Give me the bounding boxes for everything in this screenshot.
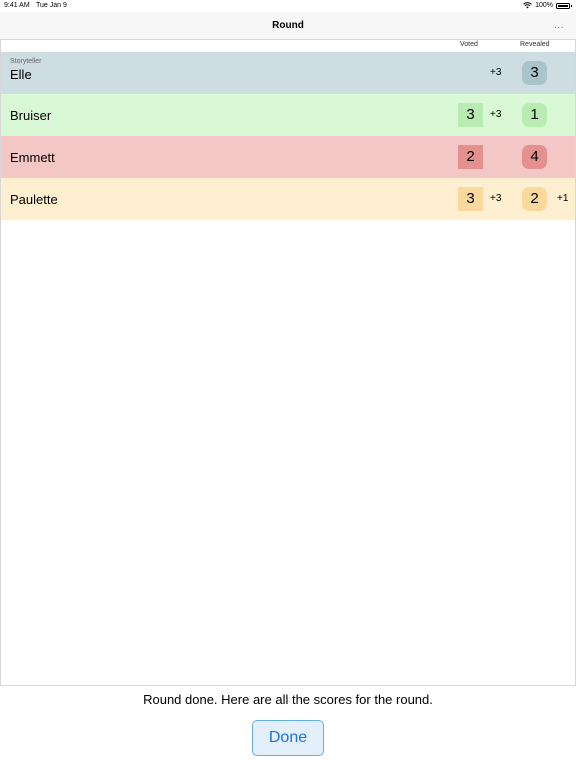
player-row[interactable]: Bruiser 3 +3 1	[1, 94, 575, 136]
battery-percent: 100%	[535, 2, 553, 9]
status-time: 9:41 AM	[4, 2, 30, 9]
voted-card: 3	[458, 103, 483, 127]
voted-card: 2	[458, 145, 483, 169]
voted-points: +3	[490, 193, 502, 204]
done-button[interactable]: Done	[252, 720, 324, 756]
page-title: Round	[272, 20, 304, 31]
voted-points: +3	[490, 109, 502, 120]
revealed-column-header: Revealed	[520, 41, 550, 48]
more-button[interactable]: ...	[554, 20, 564, 31]
status-date: Tue Jan 9	[36, 2, 67, 9]
revealed-card: 4	[522, 145, 547, 169]
player-role: Storyteller	[10, 58, 42, 65]
navigation-bar: Round ...	[0, 12, 576, 40]
revealed-card: 3	[522, 61, 547, 85]
round-summary-message: Round done. Here are all the scores for …	[143, 692, 433, 707]
voted-card: 3	[458, 187, 483, 211]
revealed-card: 1	[522, 103, 547, 127]
revealed-card: 2	[522, 187, 547, 211]
status-right: 100%	[523, 2, 572, 9]
revealed-points: +1	[557, 193, 569, 204]
player-name: Elle	[10, 67, 32, 82]
player-row[interactable]: Storyteller Elle +3 3	[1, 52, 575, 94]
player-name: Emmett	[10, 150, 55, 165]
player-name: Paulette	[10, 192, 58, 207]
scores-table: Voted Revealed Storyteller Elle +3 3 Bru…	[0, 40, 576, 686]
player-row[interactable]: Emmett 2 4	[1, 136, 575, 178]
voted-points: +3	[490, 67, 502, 78]
player-name: Bruiser	[10, 108, 52, 123]
voted-column-header: Voted	[460, 41, 478, 48]
column-headers: Voted Revealed	[1, 40, 575, 52]
player-row[interactable]: Paulette 3 +3 2 +1	[1, 178, 575, 220]
wifi-icon	[523, 2, 532, 9]
status-bar: 9:41 AM Tue Jan 9 100%	[0, 0, 576, 12]
battery-icon	[556, 2, 572, 9]
